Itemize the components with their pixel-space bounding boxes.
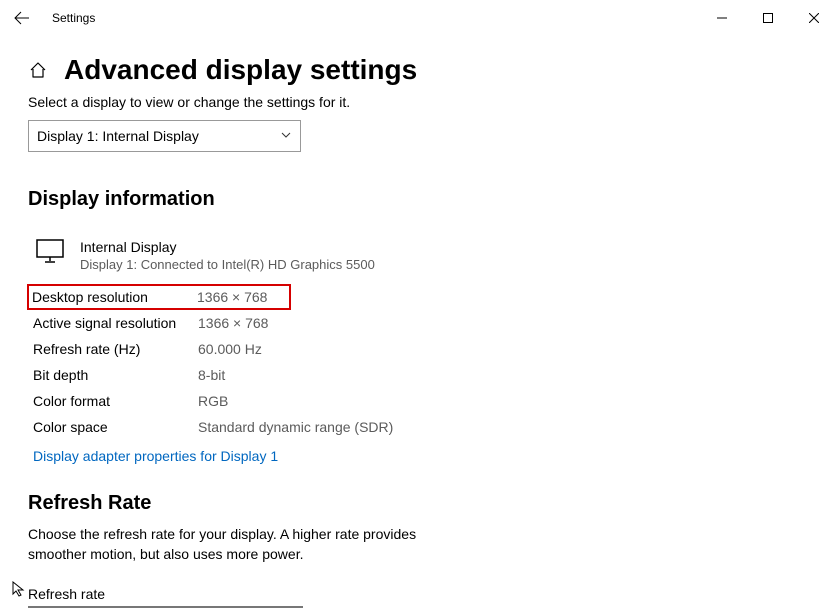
cursor-icon — [12, 581, 28, 600]
info-value: 60.000 Hz — [198, 341, 262, 357]
maximize-button[interactable] — [745, 2, 791, 34]
info-value: RGB — [198, 393, 228, 409]
info-row-desktop-resolution: Desktop resolution 1366 × 768 — [27, 284, 291, 310]
minimize-button[interactable] — [699, 2, 745, 34]
info-row-active-signal: Active signal resolution 1366 × 768 — [28, 310, 809, 336]
display-select-value: Display 1: Internal Display — [37, 128, 199, 144]
info-value: Standard dynamic range (SDR) — [198, 419, 393, 435]
info-value: 8-bit — [198, 367, 225, 383]
close-button[interactable] — [791, 2, 837, 34]
page-header: Advanced display settings — [28, 54, 809, 86]
refresh-description: Choose the refresh rate for your display… — [28, 525, 468, 564]
info-label: Active signal resolution — [33, 315, 198, 331]
window-title: Settings — [52, 11, 95, 25]
display-info-table: Desktop resolution 1366 × 768 Active sig… — [28, 284, 809, 440]
section-refresh-title: Refresh Rate — [28, 492, 809, 515]
info-label: Color space — [33, 419, 198, 435]
back-icon[interactable] — [12, 8, 32, 28]
display-adapter-link[interactable]: Display adapter properties for Display 1 — [33, 448, 809, 464]
info-label: Refresh rate (Hz) — [33, 341, 198, 357]
info-row-refresh-rate: Refresh rate (Hz) 60.000 Hz — [28, 336, 809, 362]
monitor-icon — [36, 239, 64, 263]
display-name: Internal Display — [80, 239, 375, 255]
display-summary: Internal Display Display 1: Connected to… — [36, 239, 809, 272]
info-label: Bit depth — [33, 367, 198, 383]
info-label: Color format — [33, 393, 198, 409]
display-select[interactable]: Display 1: Internal Display — [28, 120, 301, 152]
info-row-color-space: Color space Standard dynamic range (SDR) — [28, 414, 809, 440]
chevron-down-icon — [280, 128, 292, 144]
home-icon[interactable] — [28, 60, 48, 80]
info-value: 1366 × 768 — [197, 289, 267, 305]
window-controls — [699, 2, 837, 34]
page-title: Advanced display settings — [64, 54, 417, 86]
refresh-rate-label: Refresh rate — [28, 586, 809, 602]
titlebar: Settings — [0, 0, 837, 36]
display-connection: Display 1: Connected to Intel(R) HD Grap… — [80, 257, 375, 272]
info-row-color-format: Color format RGB — [28, 388, 809, 414]
page-subtitle: Select a display to view or change the s… — [28, 94, 809, 110]
section-display-info-title: Display information — [28, 188, 809, 211]
info-label: Desktop resolution — [32, 289, 197, 305]
content-area: Advanced display settings Select a displ… — [0, 36, 837, 608]
info-row-bit-depth: Bit depth 8-bit — [28, 362, 809, 388]
info-value: 1366 × 768 — [198, 315, 268, 331]
